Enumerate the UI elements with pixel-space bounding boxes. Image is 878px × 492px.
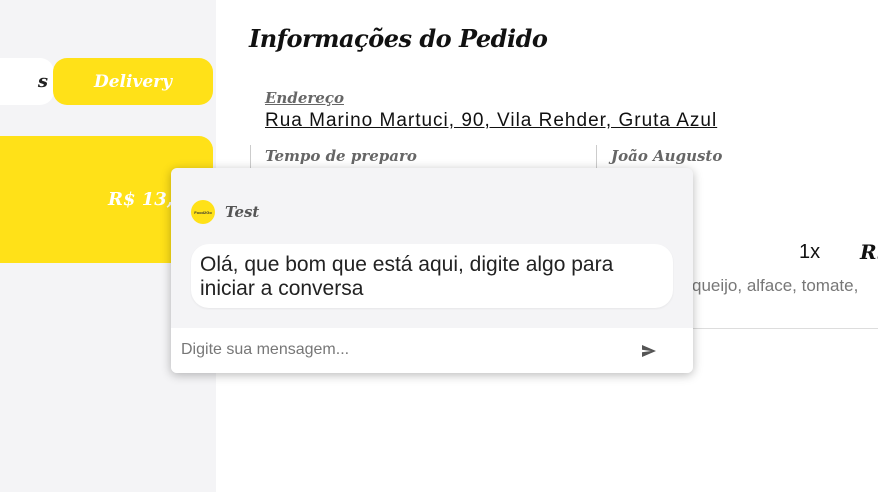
- prep-time-label: Tempo de preparo: [265, 147, 417, 165]
- tab-pickup[interactable]: s: [0, 58, 54, 105]
- address-label: Endereço: [265, 89, 344, 107]
- chat-avatar: Food2Go: [191, 200, 215, 224]
- send-button[interactable]: [639, 341, 659, 361]
- chat-footer: [171, 328, 693, 373]
- item-quantity: 1x: [799, 241, 821, 263]
- chat-message-input[interactable]: [181, 336, 621, 364]
- customer-name: João Augusto: [611, 147, 723, 165]
- tab-delivery-label: Delivery: [93, 71, 172, 92]
- chat-bot-name: Test: [225, 203, 260, 221]
- tab-delivery[interactable]: Delivery: [53, 58, 213, 105]
- page-title: Informações do Pedido: [249, 24, 548, 53]
- chat-message-bubble: Olá, que bom que está aqui, digite algo …: [191, 244, 673, 308]
- item-price: R$: [860, 240, 878, 264]
- send-icon: [642, 345, 656, 357]
- chat-widget: Food2Go Test Olá, que bom que está aqui,…: [171, 168, 693, 373]
- item-ingredients: queijo, alface, tomate,: [692, 276, 859, 295]
- address-value[interactable]: Rua Marino Martuci, 90, Vila Rehder, Gru…: [265, 110, 717, 132]
- divider: [692, 328, 878, 329]
- tab-pickup-label: s: [37, 71, 48, 92]
- avatar-logo-text: Food2Go: [194, 209, 212, 215]
